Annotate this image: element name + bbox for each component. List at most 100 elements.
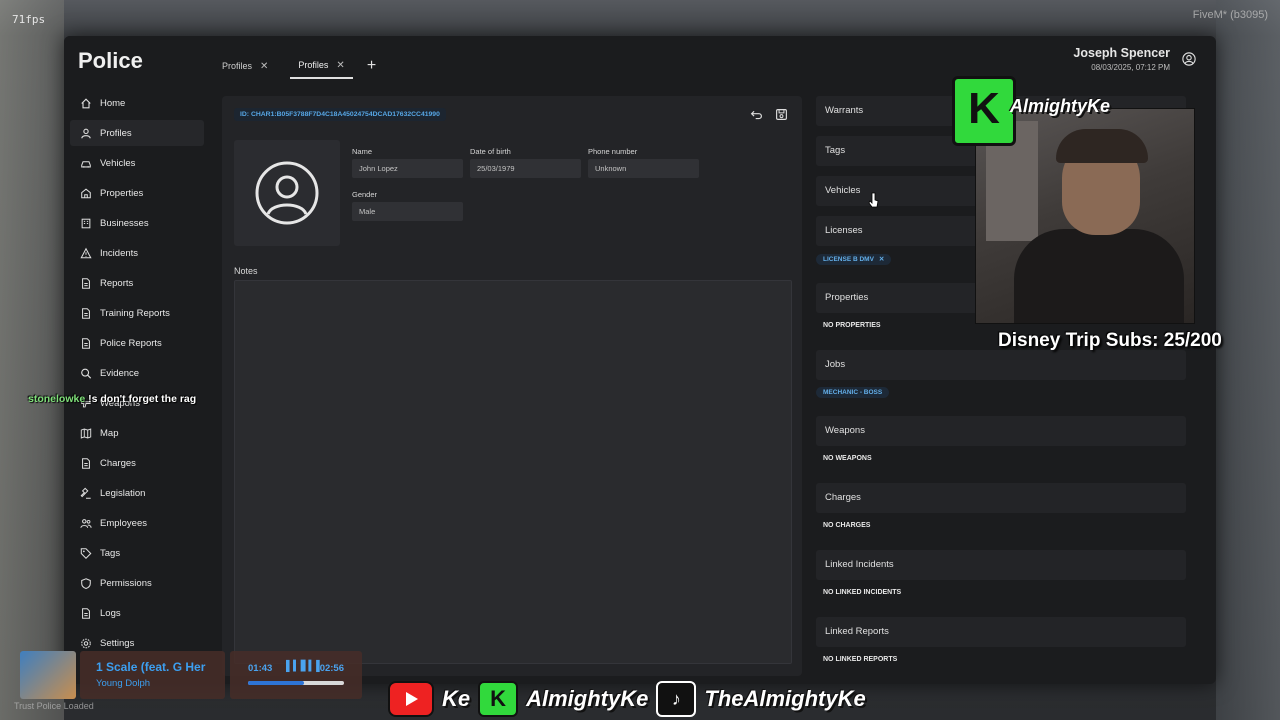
dob-field[interactable] [470,159,581,178]
tab-profiles-2[interactable]: Profiles ✕ [290,60,353,79]
sidebar-item-map[interactable]: Map [70,420,204,446]
time-elapsed: 01:43 [248,663,273,674]
sidebar-item-label: Home [100,97,126,109]
avatar[interactable] [234,140,340,246]
charges-section[interactable]: Charges [816,483,1186,513]
webcam-person-body [1014,229,1184,323]
tag-icon [80,547,92,559]
car-icon [80,157,92,169]
properties-empty: NO PROPERTIES [823,322,881,329]
charges-empty: NO CHARGES [823,522,871,529]
now-playing-widget: 1 Scale (feat. G Her Young Dolph 01:43 ▌… [20,651,362,699]
sidebar-item-vehicles[interactable]: Vehicles [70,150,204,176]
sidebar-item-label: Logs [100,607,121,619]
sidebar-item-label: Legislation [100,487,146,499]
chat-message: stonelowke !s don't forget the rag [28,393,196,405]
gear-icon [80,637,92,649]
close-icon[interactable]: ✕ [336,60,344,71]
home-icon [80,97,92,109]
chat-text: !s don't forget the rag [88,393,197,405]
sidebar-item-legislation[interactable]: Legislation [70,480,204,506]
weapons-section[interactable]: Weapons [816,416,1186,446]
sidebar-item-reports[interactable]: Reports [70,270,204,296]
webcam-person-cap [1056,129,1148,163]
undo-icon[interactable] [750,108,763,121]
tab-label: Profiles [298,60,329,70]
account-icon[interactable] [1182,52,1196,66]
profile-actions [750,108,788,121]
app-title: Police [78,48,143,73]
sidebar-item-police-reports[interactable]: Police Reports [70,330,204,356]
sidebar: Police Home Profiles Vehicles Properties Bus… [64,36,212,684]
notes-textarea[interactable] [234,280,792,664]
sidebar-item-evidence[interactable]: Evidence [70,360,204,386]
song-artist: Young Dolph [96,678,151,689]
linked-reports-section[interactable]: Linked Reports [816,617,1186,647]
document-icon [80,307,92,319]
sidebar-item-label: Permissions [100,577,152,589]
sidebar-item-label: Tags [100,547,121,559]
subs-goal: Disney Trip Subs: 25/200 [998,330,1222,351]
status-ticker: Trust Police Loaded [14,701,94,711]
song-progress: 01:43 ▌▍▋▍▌ 02:56 [230,651,362,699]
sidebar-item-tags[interactable]: Tags [70,540,204,566]
youtube-icon [388,681,434,717]
document-icon [80,607,92,619]
time-total: 02:56 [319,663,344,674]
document-icon [80,457,92,469]
progress-bar-fill [248,681,304,685]
phone-field[interactable] [588,159,699,178]
search-icon [80,367,92,379]
fps-counter: 71fps [12,13,46,26]
weapons-empty: NO WEAPONS [823,455,872,462]
sidebar-item-logs[interactable]: Logs [70,600,204,626]
progress-bar [248,681,344,685]
sidebar-item-label: Police Reports [100,337,162,349]
sidebar-item-properties[interactable]: Properties [70,180,204,206]
sidebar-item-permissions[interactable]: Permissions [70,570,204,596]
sidebar-item-home[interactable]: Home [70,90,204,116]
name-field[interactable] [352,159,463,178]
kick-icon: K [478,681,519,717]
tab-label: Profiles [222,61,253,71]
sidebar-item-label: Evidence [100,367,140,379]
name-label: Name [352,147,373,156]
sidebar-item-businesses[interactable]: Businesses [70,210,204,236]
business-icon [80,217,92,229]
social-banner: Ke K AlmightyKe ♪ TheAlmightyKe [388,681,866,717]
sidebar-item-label: Incidents [100,247,139,259]
kick-handle: AlmightyKe [526,686,649,711]
license-chip[interactable]: LICENSE B DMV ✕ [816,254,892,265]
license-chip-label: LICENSE B DMV [823,256,874,263]
user-info: Joseph Spencer 08/03/2025, 07:12 PM [1073,46,1170,72]
close-icon[interactable]: ✕ [260,61,268,72]
linked-incidents-section[interactable]: Linked Incidents [816,550,1186,580]
profile-panel: ID: CHAR1:B05F3788F7D4C18A45024754DCAD17… [222,96,802,676]
sidebar-item-employees[interactable]: Employees [70,510,204,536]
remove-icon[interactable]: ✕ [879,254,884,265]
dob-label: Date of birth [470,147,511,156]
sidebar-item-label: Profiles [100,127,132,139]
user-icon [80,127,92,139]
sidebar-item-charges[interactable]: Charges [70,450,204,476]
youtube-handle: Ke [442,686,471,711]
client-version: FiveM* (b3095) [1192,9,1268,21]
user-name: Joseph Spencer [1073,46,1170,60]
job-chip: MECHANIC - BOSS [816,387,890,398]
add-tab-icon[interactable]: + [367,57,376,75]
tab-bar: Profiles ✕ Profiles ✕ + [214,56,376,82]
document-icon [80,337,92,349]
sidebar-item-incidents[interactable]: Incidents [70,240,204,266]
profile-id-badge[interactable]: ID: CHAR1:B05F3788F7D4C18A45024754DCAD17… [234,108,446,121]
sidebar-item-training-reports[interactable]: Training Reports [70,300,204,326]
gender-field[interactable] [352,202,463,221]
jobs-section[interactable]: Jobs [816,350,1186,380]
mouse-cursor-icon [868,192,879,208]
chat-username: stonelowke [28,393,86,405]
waveform-icon: ▌▍▋▍▌ [286,661,324,672]
document-icon [80,277,92,289]
save-icon[interactable] [775,108,788,121]
building-icon [80,187,92,199]
sidebar-item-profiles[interactable]: Profiles [70,120,204,146]
tab-profiles-1[interactable]: Profiles ✕ [214,61,276,78]
